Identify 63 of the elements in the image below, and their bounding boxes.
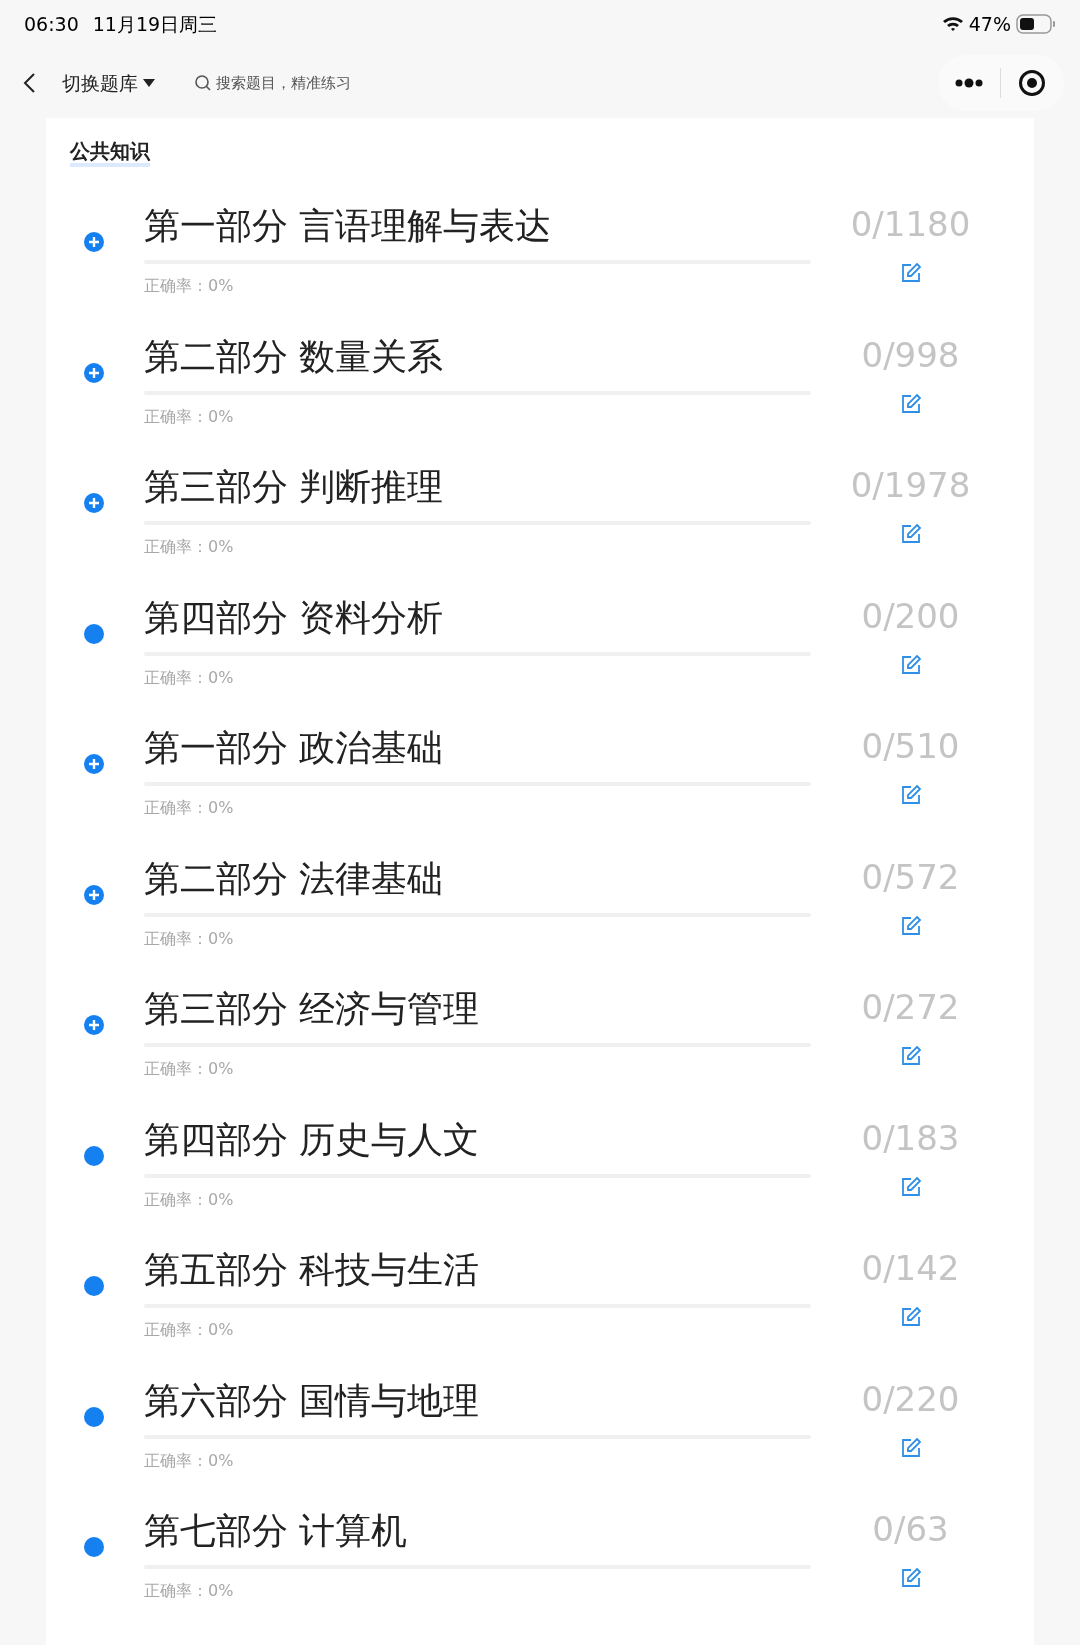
switch-bank-button[interactable]: 切换题库 bbox=[62, 68, 156, 98]
status-time: 06:30 bbox=[24, 11, 79, 37]
plus-icon[interactable] bbox=[84, 493, 104, 513]
plus-icon[interactable] bbox=[84, 884, 104, 905]
edit-icon[interactable] bbox=[899, 1045, 922, 1067]
section-name[interactable]: 第四部分 资料分析 bbox=[144, 593, 811, 642]
count-text: 0/1978 bbox=[850, 464, 971, 507]
section-name[interactable]: 第五部分 科技与生活 bbox=[144, 1246, 811, 1294]
chevron-left-icon bbox=[22, 72, 36, 94]
edit-icon[interactable] bbox=[899, 523, 922, 545]
accuracy-text: 正确率：0% bbox=[144, 666, 235, 689]
count-text: 0/998 bbox=[861, 333, 960, 377]
section-name[interactable]: 第七部分 计算机 bbox=[144, 1507, 811, 1555]
target-icon bbox=[1018, 69, 1046, 97]
section-name[interactable]: 第二部分 法律基础 bbox=[144, 854, 811, 903]
accuracy-text: 正确率：0% bbox=[144, 1188, 235, 1211]
edit-icon[interactable] bbox=[899, 914, 922, 937]
plus-icon[interactable] bbox=[84, 754, 104, 774]
edit-icon[interactable] bbox=[899, 262, 922, 284]
battery-percent: 47% bbox=[968, 11, 1011, 37]
accuracy-text: 正确率：0% bbox=[144, 1319, 235, 1341]
accuracy-text: 正确率：0% bbox=[144, 927, 235, 950]
wifi-icon bbox=[941, 16, 964, 32]
count-text: 0/510 bbox=[861, 725, 960, 768]
plus-icon[interactable] bbox=[84, 362, 104, 383]
plus-icon[interactable] bbox=[84, 232, 104, 252]
count-text: 0/1180 bbox=[850, 203, 971, 246]
section-name[interactable]: 第四部分 历史与人文 bbox=[144, 1115, 811, 1164]
status-date: 11月19日周三 bbox=[92, 11, 218, 37]
section-name[interactable]: 第三部分 经济与管理 bbox=[144, 985, 811, 1033]
accuracy-text: 正确率：0% bbox=[144, 1449, 235, 1472]
caret-icon bbox=[142, 78, 156, 88]
section-title: 公共知识 bbox=[70, 139, 150, 167]
count-text: 0/200 bbox=[861, 594, 960, 638]
count-text: 0/183 bbox=[861, 1116, 960, 1160]
accuracy-text: 正确率：0% bbox=[144, 536, 235, 558]
edit-icon[interactable] bbox=[899, 1436, 922, 1459]
count-text: 0/63 bbox=[872, 1508, 949, 1551]
accuracy-text: 正确率：0% bbox=[144, 275, 235, 297]
section-name[interactable]: 第一部分 政治基础 bbox=[144, 724, 811, 772]
section-name[interactable]: 第二部分 数量关系 bbox=[144, 332, 811, 381]
count-text: 0/572 bbox=[861, 855, 960, 899]
accuracy-text: 正确率：0% bbox=[144, 1058, 235, 1080]
search-icon bbox=[194, 74, 212, 92]
edit-icon[interactable] bbox=[899, 784, 922, 806]
count-text: 0/142 bbox=[861, 1247, 960, 1290]
plus-icon[interactable] bbox=[84, 1015, 104, 1035]
edit-icon[interactable] bbox=[899, 392, 922, 415]
battery-icon bbox=[1016, 14, 1056, 34]
count-text: 0/272 bbox=[861, 986, 960, 1029]
edit-icon[interactable] bbox=[899, 653, 922, 676]
accuracy-text: 正确率：0% bbox=[144, 797, 235, 819]
count-text: 0/220 bbox=[861, 1377, 960, 1421]
edit-icon[interactable] bbox=[899, 1175, 922, 1198]
section-name[interactable]: 第一部分 言语理解与表达 bbox=[144, 202, 811, 250]
edit-icon[interactable] bbox=[899, 1567, 922, 1589]
section-name[interactable]: 第六部分 国情与地理 bbox=[144, 1376, 811, 1425]
search-field[interactable]: 搜索题目，精准练习 bbox=[216, 71, 456, 95]
accuracy-text: 正确率：0% bbox=[144, 405, 235, 428]
accuracy-text: 正确率：0% bbox=[144, 1580, 235, 1602]
section-name[interactable]: 第三部分 判断推理 bbox=[144, 463, 811, 511]
more-icon bbox=[954, 78, 984, 88]
edit-icon[interactable] bbox=[899, 1306, 922, 1328]
